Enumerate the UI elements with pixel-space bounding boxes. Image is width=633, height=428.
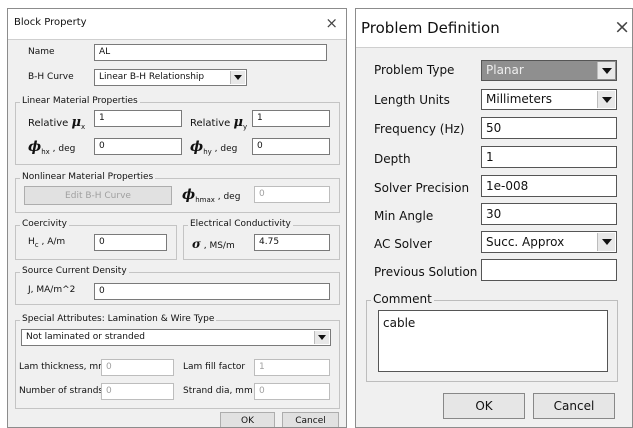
chevron-down-icon[interactable] [597, 233, 615, 251]
deg-text: , deg [217, 192, 241, 202]
relative-text: Relative [190, 118, 231, 129]
relative-mu-x-label: Relative μx [28, 115, 85, 131]
phi-hy-input[interactable]: 0 [252, 138, 330, 155]
length-units-select[interactable]: Millimeters [481, 89, 617, 110]
mu-x-sub: x [81, 123, 86, 131]
ac-solver-label: AC Solver [374, 237, 432, 251]
phi-hmax-input[interactable]: 0 [254, 186, 330, 203]
comment-value: cable [383, 316, 416, 330]
linear-properties-label: Linear Material Properties [20, 96, 140, 106]
relative-mu-y-input[interactable]: 1 [252, 110, 330, 127]
deg-text: , deg [214, 144, 238, 154]
phi-symbol: ϕ [28, 139, 42, 155]
conductivity-input[interactable]: 4.75 [254, 234, 330, 251]
mu-symbol: μ [71, 115, 82, 130]
close-icon[interactable]: × [614, 9, 630, 45]
sigma-symbol: σ [192, 237, 201, 251]
lam-thickness-input[interactable]: 0 [101, 359, 174, 376]
conductivity-label: Electrical Conductivity [188, 219, 293, 229]
bh-curve-value: Linear B-H Relationship [99, 72, 205, 82]
edit-bh-curve-button[interactable]: Edit B-H Curve [24, 186, 172, 205]
depth-input[interactable]: 1 [481, 146, 617, 168]
mu-symbol: μ [233, 115, 244, 130]
ac-solver-select[interactable]: Succ. Approx [481, 231, 617, 253]
frequency-label: Frequency (Hz) [374, 122, 465, 136]
source-current-input[interactable]: 0 [94, 283, 330, 300]
previous-solution-label: Previous Solution [374, 265, 478, 279]
block-property-dialog: Block Property × Name AL B-H Curve Linea… [7, 8, 347, 428]
depth-label: Depth [374, 152, 411, 166]
j-label: J, MA/m^2 [28, 285, 76, 295]
hc-unit: , A/m [41, 237, 66, 247]
strands-input[interactable]: 0 [101, 383, 174, 400]
lamination-type-select[interactable]: Not laminated or stranded [21, 329, 331, 346]
dialog-title: Block Property [14, 17, 87, 28]
phi-symbol: ϕ [190, 139, 204, 155]
relative-mu-y-label: Relative μy [190, 115, 247, 131]
ok-button[interactable]: OK [220, 412, 275, 427]
solver-precision-label: Solver Precision [374, 181, 470, 195]
problem-type-value: Planar [486, 63, 524, 77]
cancel-button[interactable]: Cancel [282, 412, 339, 427]
min-angle-input[interactable]: 30 [481, 203, 617, 225]
frequency-input[interactable]: 50 [481, 117, 617, 139]
length-units-label: Length Units [374, 93, 450, 107]
sigma-label: σ , MS/m [192, 237, 235, 251]
ac-solver-value: Succ. Approx [486, 235, 565, 249]
previous-solution-input[interactable] [481, 259, 617, 281]
strands-label: Number of strands [19, 386, 104, 396]
source-current-label: Source Current Density [20, 266, 129, 276]
comment-textarea[interactable]: cable [378, 310, 608, 372]
phi-hx-input[interactable]: 0 [94, 138, 182, 155]
mu-y-sub: y [243, 123, 248, 131]
strand-dia-input[interactable]: 0 [254, 383, 330, 400]
problem-type-select[interactable]: Planar [481, 60, 617, 81]
chevron-down-icon[interactable] [597, 91, 615, 108]
phi-hy-sub: hy [203, 147, 212, 156]
chevron-down-icon[interactable] [230, 71, 245, 84]
lam-thickness-label: Lam thickness, mm [19, 362, 107, 372]
coercivity-label: Coercivity [20, 219, 69, 229]
sigma-unit: , MS/m [203, 241, 235, 251]
ok-button[interactable]: OK [443, 393, 525, 419]
phi-hx-label: ϕhx , deg [28, 139, 75, 156]
cancel-button[interactable]: Cancel [533, 393, 615, 419]
dialog-title: Problem Definition [361, 19, 500, 37]
comment-label: Comment [371, 292, 434, 306]
min-angle-label: Min Angle [374, 209, 434, 223]
bh-curve-label: B-H Curve [28, 72, 74, 82]
title-bar: Problem Definition × [356, 9, 632, 48]
chevron-down-icon[interactable] [314, 331, 329, 344]
special-attributes-label: Special Attributes: Lamination & Wire Ty… [20, 314, 217, 324]
name-input[interactable]: AL [94, 44, 327, 61]
deg-text: , deg [52, 144, 76, 154]
solver-precision-input[interactable]: 1e-008 [481, 175, 617, 197]
strand-dia-label: Strand dia, mm [183, 386, 253, 396]
relative-mu-x-input[interactable]: 1 [94, 110, 182, 127]
chevron-down-icon[interactable] [597, 62, 615, 79]
relative-text: Relative [28, 118, 69, 129]
problem-definition-dialog: Problem Definition × Problem Type Planar… [355, 8, 633, 428]
bh-curve-select[interactable]: Linear B-H Relationship [94, 69, 247, 86]
lam-fill-input[interactable]: 1 [254, 359, 330, 376]
title-bar: Block Property × [8, 9, 346, 40]
lamination-type-value: Not laminated or stranded [26, 332, 145, 342]
problem-type-label: Problem Type [374, 63, 455, 77]
phi-hy-label: ϕhy , deg [190, 139, 237, 156]
hc-main: H [28, 237, 35, 247]
phi-hx-sub: hx [41, 147, 50, 156]
coercivity-input[interactable]: 0 [94, 234, 167, 251]
lam-fill-label: Lam fill factor [183, 362, 246, 372]
name-label: Name [28, 47, 55, 57]
nonlinear-properties-label: Nonlinear Material Properties [20, 172, 156, 182]
hc-sub: c [34, 240, 39, 249]
length-units-value: Millimeters [486, 92, 553, 106]
phi-hmax-sub: hmax [195, 195, 215, 204]
close-icon[interactable]: × [325, 9, 338, 37]
phi-symbol: ϕ [182, 187, 196, 203]
phi-hmax-label: ϕhmax , deg [182, 187, 240, 204]
hc-label: Hc , A/m [28, 237, 65, 249]
